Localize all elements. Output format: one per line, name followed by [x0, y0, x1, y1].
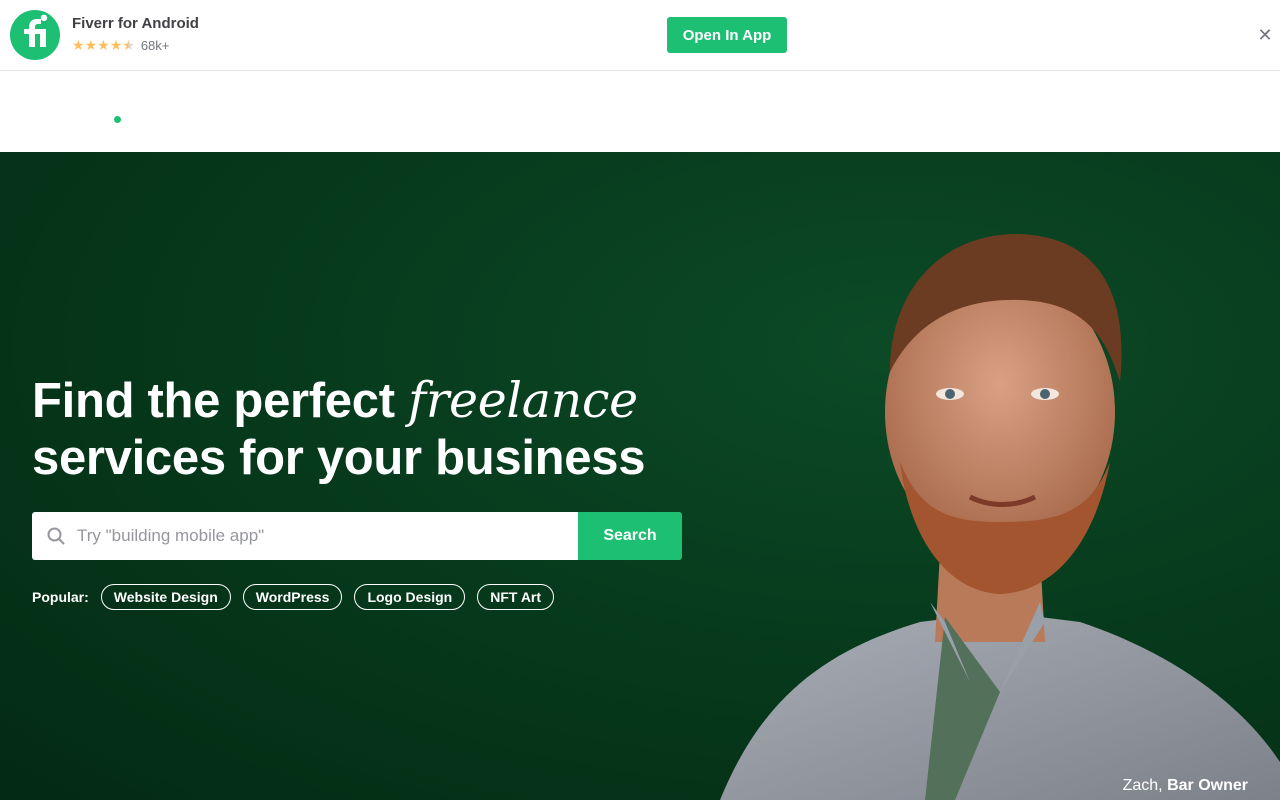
hero-search-bar: Search — [32, 512, 682, 560]
hero-caption: Zach, Bar Owner — [1123, 777, 1248, 795]
popular-tag-logo-design[interactable]: Logo Design — [354, 584, 466, 610]
popular-tag-nft-art[interactable]: NFT Art — [477, 584, 555, 610]
rating-count: 68k+ — [140, 37, 170, 53]
app-name: Fiverr for Android — [72, 15, 199, 32]
headline-text-line2: services for your business — [32, 431, 646, 485]
popular-searches: Popular: Website Design WordPress Logo D… — [32, 584, 566, 610]
caption-role: Bar Owner — [1167, 777, 1248, 794]
star-icon: ★ — [109, 37, 123, 53]
search-button[interactable]: Search — [578, 512, 682, 560]
hero-person-image — [720, 233, 1280, 800]
site-header — [0, 71, 1280, 152]
caption-name: Zach, — [1122, 777, 1163, 794]
search-input[interactable] — [77, 512, 567, 560]
open-in-app-button[interactable]: Open In App — [667, 17, 787, 53]
star-icon: ★ — [72, 37, 85, 53]
hero-section: Find the perfect freelance services for … — [0, 152, 1280, 800]
popular-tag-wordpress[interactable]: WordPress — [242, 584, 343, 610]
popular-tag-website-design[interactable]: Website Design — [100, 584, 231, 610]
app-install-banner: Fiverr for Android ★ ★ ★ ★ ★ 68k+ Open I… — [0, 0, 1280, 71]
headline-text: Find the perfect — [32, 374, 409, 428]
headline-accent: freelance — [408, 372, 638, 429]
close-icon[interactable]: ✕ — [1256, 24, 1274, 46]
search-field — [32, 512, 578, 560]
search-icon — [47, 527, 65, 545]
fiverr-app-logo — [10, 10, 60, 60]
popular-label: Popular: — [32, 589, 89, 605]
star-icon: ★ — [84, 37, 98, 53]
half-star-icon: ★ — [122, 37, 135, 53]
star-icon: ★ — [97, 37, 110, 53]
loading-indicator — [114, 116, 121, 123]
app-rating: ★ ★ ★ ★ ★ 68k+ — [72, 37, 169, 53]
rating-stars: ★ ★ ★ ★ ★ — [72, 37, 135, 53]
hero-headline: Find the perfect freelance services for … — [32, 372, 692, 487]
